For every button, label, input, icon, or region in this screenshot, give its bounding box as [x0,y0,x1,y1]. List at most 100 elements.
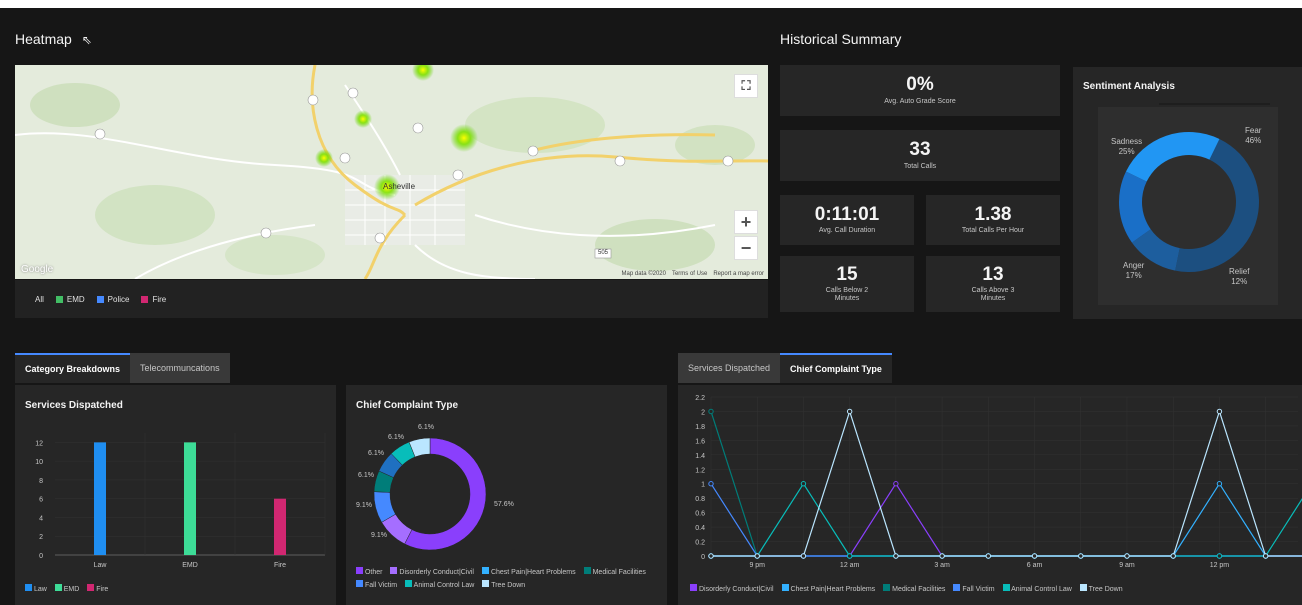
terms-link[interactable]: Terms of Use [672,271,707,277]
legend-medical-facilities[interactable]: Medical Facilities [583,567,646,576]
calls-below-2-label: Calls Below 2 Minutes [825,287,869,303]
sentiment-donut [1098,103,1278,305]
legend-tree-down[interactable]: Tree Down [482,580,525,589]
line-series [711,482,1302,557]
line-point [708,481,714,487]
line-y-tick: 0.2 [695,540,705,547]
sentiment-label-relief: Relief 12% [1229,267,1250,286]
line-point [708,408,714,415]
legend-chest-pain-swatch [482,567,489,574]
tab-telecommunications[interactable]: Telecommuncations [130,353,230,383]
bar-x-tick: Fire [274,562,286,569]
legend-medical-facilities-label: Medical Facilities [592,569,646,576]
calls-above-3-value: 13 [982,263,1004,285]
line-legend-chest-pain[interactable]: Chest Pain|Heart Problems [781,584,876,593]
legend-emd-swatch [55,295,63,303]
legend-all-label: All [35,294,44,304]
line-point [1078,553,1084,559]
line-legend-medical-facilities[interactable]: Medical Facilities [883,584,945,593]
legend-emd[interactable]: EMD [55,295,85,304]
line-point [1031,553,1038,559]
fullscreen-icon[interactable]: ⛶ [734,74,758,98]
calls-above-3-tile: 13 Calls Above 3 Minutes [926,256,1060,312]
report-link[interactable]: Report a map error [713,271,764,277]
legend-fire[interactable]: Fire [141,295,166,304]
sentiment-panel: Sentiment Analysis Sadness 25% Fear 46% An… [1073,67,1302,319]
line-legend-disorderly[interactable]: Disorderly Conduct|Civil [690,584,774,593]
line-y-tick: 0.6 [695,511,705,518]
line-point [1262,553,1269,559]
tab-category-breakdowns[interactable]: Category Breakdowns [15,353,131,383]
line-y-tick: 1.2 [695,467,705,474]
bar-emd [184,442,196,555]
line-y-tick: 0.4 [695,525,705,532]
legend-fall-victim[interactable]: Fall Victim [356,580,397,589]
line-chart-panel: 0 0.2 0.4 0.6 0.8 1 1.2 1.4 1.6 1.8 2 2.2 9 pm 12 am 3… [678,385,1302,605]
line-x-tick: 9 pm [749,562,765,569]
chief-complaint-panel: Chief Complaint Type 57.6% 9.1% 9.1% 6.1% 6.… [346,385,667,605]
map-graphic [15,65,768,279]
legend-other[interactable]: Other [356,567,382,576]
line-x-tick: 9 am [1119,562,1135,569]
legend-emd-bar[interactable]: EMD [54,584,80,593]
line-chart-tabs: Services Dispatched Chief Complaint Type [678,353,892,383]
legend-disorderly-swatch [390,567,398,574]
legend-all[interactable]: All [35,295,44,304]
line-legend-tree-down[interactable]: Tree Down [1079,584,1123,593]
zoom-out-button[interactable]: − [734,236,758,260]
legend-law[interactable]: Law [25,584,47,593]
legend-medical-facilities-swatch [583,567,591,574]
line-series [711,482,1302,557]
line-point [846,553,853,559]
sentiment-label-sadness: Sadness 25% [1111,137,1143,156]
tab-services-dispatched[interactable]: Services Dispatched [678,353,781,383]
legend-law-label: Law [33,586,47,593]
legend-police-label: Police [107,294,130,304]
top-band [0,0,1302,8]
bar-fire [274,498,286,555]
legend-chest-pain[interactable]: Chest Pain|Heart Problems [482,567,576,576]
line-y-tick: 2.2 [695,395,705,402]
bar-y-tick: 4 [39,515,43,522]
heatmap-map[interactable]: Asheville 505 ⛶ + − Google Map data ©202… [15,65,768,279]
line-y-tick: 0 [701,554,705,561]
calls-below-2-value: 15 [836,263,858,285]
line-legend-animal-control[interactable]: Animal Control Law [1002,584,1072,593]
services-dispatched-panel: Services Dispatched 0 2 4 6 8 10 12 Law EMD Fire … [15,385,336,605]
services-bar-chart: 0 2 4 6 8 10 12 Law EMD Fire [35,433,326,569]
legend-tree-down-swatch [482,580,490,587]
legend-fire-bar[interactable]: Fire [87,584,108,593]
line-point [800,553,807,559]
tab-chief-complaint-type[interactable]: Chief Complaint Type [780,353,892,383]
line-point [893,553,899,559]
historical-summary-title: Historical Summary [780,31,902,47]
line-legend-fall-victim[interactable]: Fall Victim [953,584,995,593]
legend-fire-label: Fire [152,294,167,304]
line-x-tick: 3 am [934,562,950,569]
legend-fire-swatch [141,295,149,303]
zoom-in-button[interactable]: + [734,210,758,234]
calls-above-3-label: Calls Above 3 Minutes [971,287,1015,303]
line-legend-fall-victim-label: Fall Victim [962,586,995,593]
line-point [893,481,899,487]
legend-emd-bar-swatch [54,584,62,591]
calls-per-hour-label: Total Calls Per Hour [961,227,1025,235]
legend-law-swatch [25,584,32,591]
chief-complaint-legend: Other Disorderly Conduct|Civil Chest Pai… [356,567,661,589]
cursor-icon: ⇖ [81,33,92,47]
bar-y-tick: 10 [35,459,43,466]
line-x-tick: 12 pm [1210,562,1230,569]
line-point [985,553,992,559]
total-calls-label: Total Calls [903,162,937,170]
line-point [846,408,853,415]
line-legend-chest-pain-label: Chest Pain|Heart Problems [790,586,876,593]
legend-animal-control[interactable]: Animal Control Law [405,580,474,589]
legend-disorderly[interactable]: Disorderly Conduct|Civil [390,567,474,576]
pie-label: 9.1% [356,502,372,509]
legend-emd-bar-label: EMD [63,586,80,593]
legend-police-swatch [96,295,104,303]
legend-police[interactable]: Police [96,294,130,304]
sentiment-label-anger: Anger 17% [1123,261,1145,280]
heatmap-legend: All EMD Police Fire [15,280,768,318]
total-calls-value: 33 [909,139,931,161]
